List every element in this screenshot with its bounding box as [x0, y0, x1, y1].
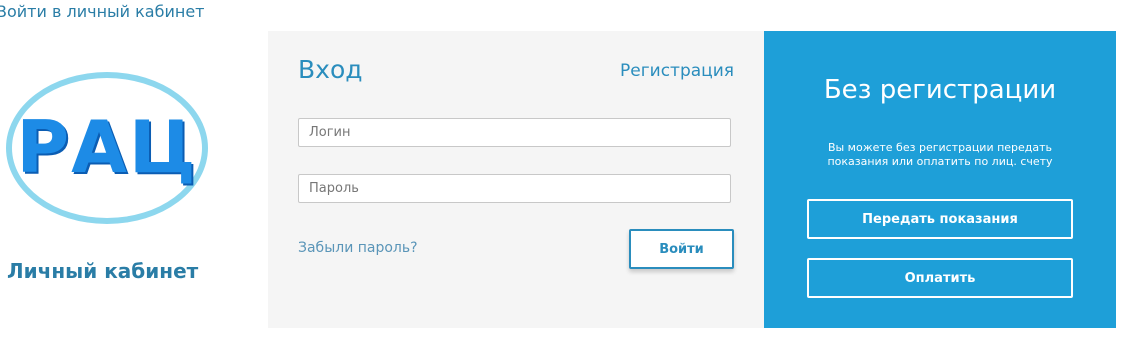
rac-logo: РАЦ: [6, 72, 208, 224]
submit-readings-button[interactable]: Передать показания: [807, 199, 1073, 239]
login-button[interactable]: Войти: [629, 229, 734, 269]
page: Войти в личный кабинет РАЦ Личный кабине…: [0, 0, 1138, 361]
logo-text: РАЦ: [16, 105, 198, 189]
guest-description: Вы можете без регистрации передать показ…: [827, 141, 1053, 168]
login-input[interactable]: [298, 118, 731, 147]
cabinet-label: Личный кабинет: [7, 259, 199, 283]
login-panel: Вход Регистрация Забыли пароль? Войти: [268, 31, 764, 328]
password-input[interactable]: [298, 174, 731, 203]
login-title: Вход: [298, 55, 363, 84]
guest-title: Без регистрации: [823, 75, 1057, 105]
page-heading-link[interactable]: Войти в личный кабинет: [0, 2, 205, 21]
guest-panel: Без регистрации Вы можете без регистраци…: [764, 31, 1116, 328]
register-link[interactable]: Регистрация: [620, 61, 734, 81]
pay-button[interactable]: Оплатить: [807, 258, 1073, 298]
forgot-password-link[interactable]: Забыли пароль?: [298, 240, 418, 256]
